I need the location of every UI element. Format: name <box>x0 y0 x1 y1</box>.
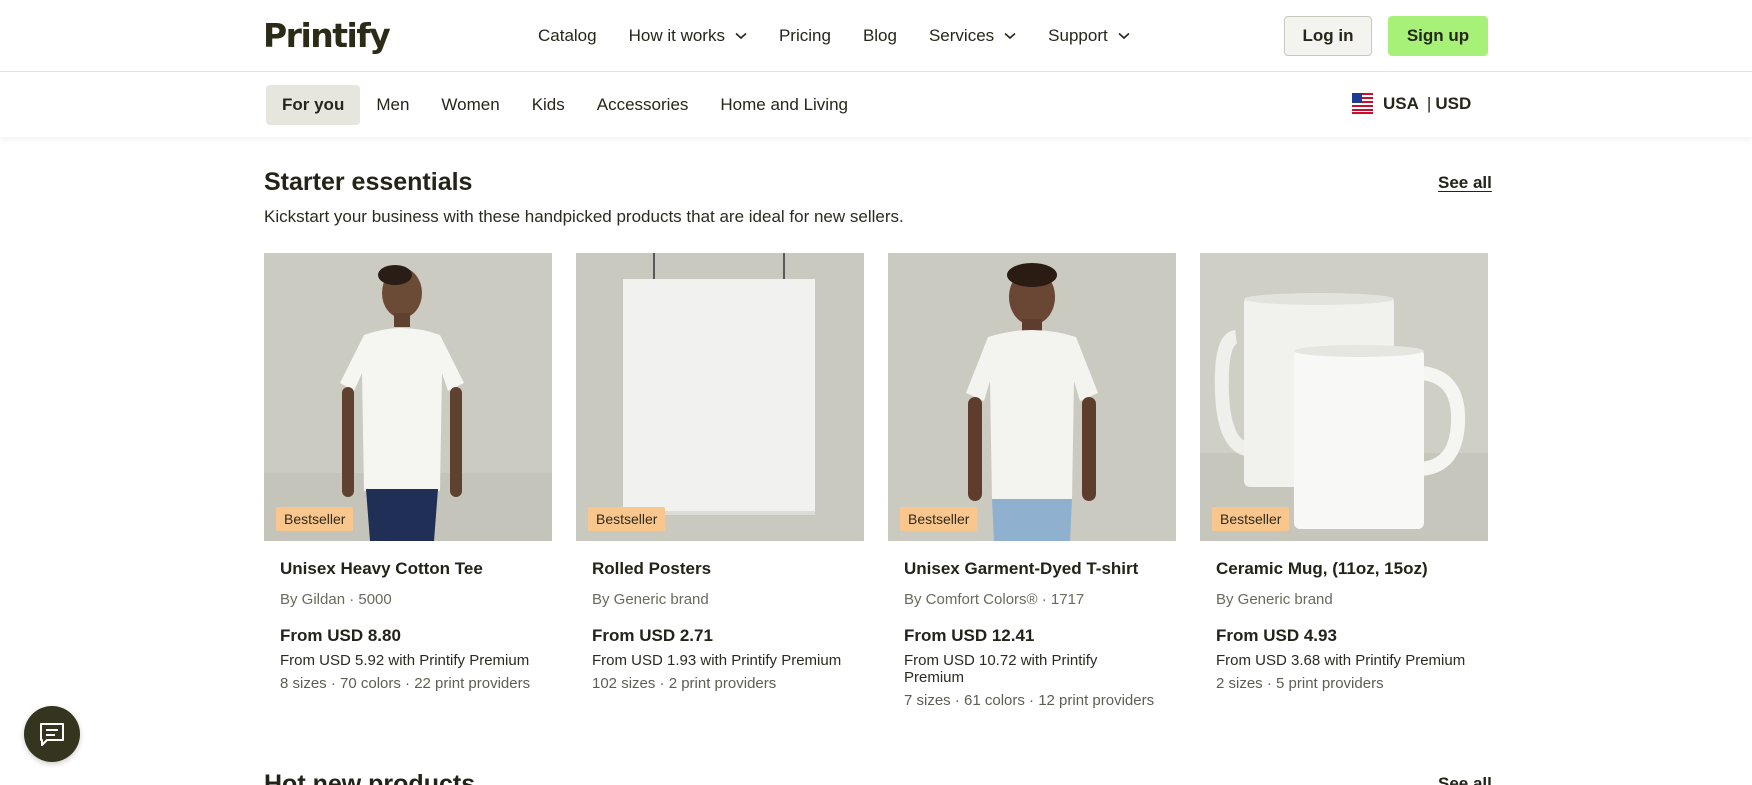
nav-how-it-works[interactable]: How it works <box>629 26 747 46</box>
nav-label: How it works <box>628 26 725 45</box>
bestseller-badge: Bestseller <box>900 507 978 531</box>
tab-for-you[interactable]: For you <box>266 85 361 125</box>
tab-home-and-living[interactable]: Home and Living <box>704 85 864 125</box>
tab-women[interactable]: Women <box>425 85 515 125</box>
tab-accessories[interactable]: Accessories <box>581 85 705 125</box>
product-brand: By Gildan · 5000 <box>280 591 392 608</box>
locale-currency: USD <box>1435 93 1472 113</box>
product-image: Bestseller <box>888 253 1176 541</box>
signup-button[interactable]: Sign up <box>1388 16 1488 56</box>
product-grid: Bestseller Unisex Heavy Cotton Tee By Gi… <box>264 253 1488 709</box>
product-title[interactable]: Unisex Heavy Cotton Tee <box>280 559 536 579</box>
product-price: From USD 8.80 <box>280 626 401 645</box>
premium-price: From USD 5.92 with Printify Premium <box>280 652 530 669</box>
login-button[interactable]: Log in <box>1284 16 1372 56</box>
premium-price: From USD 1.93 with Printify Premium <box>592 652 842 669</box>
nav-pricing[interactable]: Pricing <box>779 26 831 46</box>
product-image: Bestseller <box>264 253 552 541</box>
product-brand: By Generic brand <box>592 591 709 608</box>
product-card[interactable]: Bestseller Ceramic Mug, (11oz, 15oz) By … <box>1200 253 1488 709</box>
next-section-see-all-link[interactable]: See all <box>1438 774 1492 785</box>
product-meta: 8 sizes · 70 colors · 22 print providers <box>280 675 531 692</box>
product-price: From USD 4.93 <box>1216 626 1337 645</box>
nav-catalog[interactable]: Catalog <box>538 26 597 46</box>
bestseller-badge: Bestseller <box>276 507 354 531</box>
product-price: From USD 12.41 <box>904 626 1035 645</box>
nav-label: Catalog <box>538 26 597 45</box>
chat-button[interactable] <box>24 706 80 762</box>
product-card[interactable]: Bestseller Unisex Heavy Cotton Tee By Gi… <box>264 253 552 709</box>
premium-price: From USD 10.72 with Printify Premium <box>904 652 1098 686</box>
bestseller-badge: Bestseller <box>588 507 666 531</box>
nav-label: Services <box>928 26 995 45</box>
locale-country: USA <box>1383 93 1419 113</box>
product-title[interactable]: Ceramic Mug, (11oz, 15oz) <box>1216 559 1472 579</box>
logo-text: Printify <box>263 15 391 55</box>
product-price: From USD 2.71 <box>592 626 713 645</box>
chevron-down-icon <box>1118 32 1130 40</box>
product-card[interactable]: Bestseller Unisex Garment-Dyed T-shirt B… <box>888 253 1176 709</box>
category-bar: For you Men Women Kids Accessories Home … <box>0 73 1752 137</box>
bestseller-badge: Bestseller <box>1212 507 1290 531</box>
nav-support[interactable]: Support <box>1048 26 1130 46</box>
tab-men[interactable]: Men <box>360 85 425 125</box>
chevron-down-icon <box>1004 32 1016 40</box>
product-title[interactable]: Unisex Garment-Dyed T-shirt <box>904 559 1160 579</box>
locale-selector[interactable]: USA | USD <box>1352 93 1471 114</box>
locale-separator: | <box>1426 93 1432 113</box>
category-tabs: For you Men Women Kids Accessories Home … <box>266 85 864 125</box>
chat-icon <box>40 723 64 746</box>
nav-blog[interactable]: Blog <box>863 26 897 46</box>
main-nav: Catalog How it works Pricing Blog Servic… <box>538 22 1162 50</box>
nav-services[interactable]: Services <box>929 26 1016 46</box>
printify-logo[interactable]: Printify <box>263 15 391 55</box>
product-image: Bestseller <box>576 253 864 541</box>
top-navigation-bar: Printify Catalog How it works Pricing Bl… <box>0 0 1752 72</box>
premium-price: From USD 3.68 with Printify Premium <box>1216 652 1466 669</box>
product-brand: By Generic brand <box>1216 591 1333 608</box>
section-title: Starter essentials <box>264 168 473 196</box>
product-card[interactable]: Bestseller Rolled Posters By Generic bra… <box>576 253 864 709</box>
chevron-down-icon <box>735 32 747 40</box>
us-flag-icon <box>1352 93 1373 114</box>
nav-label: Support <box>1048 26 1108 45</box>
product-image: Bestseller <box>1200 253 1488 541</box>
product-meta: 7 sizes · 61 colors · 12 print providers <box>904 692 1155 709</box>
see-all-link[interactable]: See all <box>1438 173 1492 193</box>
product-meta: 2 sizes · 5 print providers <box>1216 675 1384 692</box>
section-subtitle: Kickstart your business with these handp… <box>264 207 904 226</box>
tab-kids[interactable]: Kids <box>516 85 581 125</box>
product-meta: 102 sizes · 2 print providers <box>592 675 777 692</box>
next-section-title: Hot new products <box>264 770 476 785</box>
product-brand: By Comfort Colors® · 1717 <box>904 591 1085 608</box>
nav-label: Pricing <box>778 26 831 45</box>
nav-label: Blog <box>862 26 897 45</box>
product-title[interactable]: Rolled Posters <box>592 559 848 579</box>
